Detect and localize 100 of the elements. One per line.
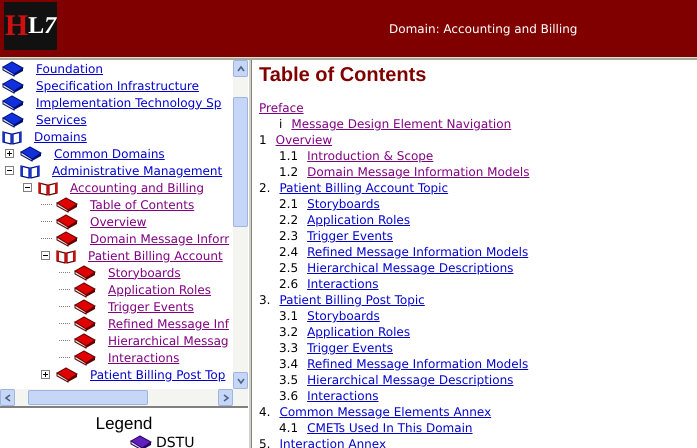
book-icon: [74, 282, 96, 298]
book-icon: [74, 298, 96, 314]
collapse-toggle[interactable]: [5, 166, 14, 175]
section-link[interactable]: Patient Billing Post Topic: [279, 293, 425, 307]
tree-link[interactable]: Patient Billing Account: [80, 248, 223, 262]
tree-link[interactable]: Refined Message Inf: [100, 316, 229, 330]
tree-link[interactable]: Storyboards: [100, 266, 181, 280]
book-icon: [74, 264, 96, 280]
horizontal-scrollbar[interactable]: [0, 389, 233, 406]
tree-link[interactable]: Foundation: [28, 62, 103, 76]
open-book-icon: [38, 180, 58, 196]
section-link[interactable]: Storyboards: [307, 309, 380, 323]
section-link[interactable]: Introduction & Scope: [307, 149, 434, 163]
section-number: 2.4: [279, 245, 298, 259]
section-link[interactable]: Interaction Annex: [279, 437, 386, 448]
tree-link[interactable]: Trigger Events: [100, 300, 194, 314]
book-icon: [2, 112, 24, 128]
scroll-up-button[interactable]: [233, 60, 248, 77]
section-link[interactable]: Overview: [276, 133, 332, 147]
section-link[interactable]: Hierarchical Message Descriptions: [307, 373, 514, 387]
section-link[interactable]: Application Roles: [307, 213, 410, 227]
section-number: 2.2: [279, 213, 298, 227]
scroll-thumb[interactable]: [28, 390, 148, 405]
plus-icon: [6, 150, 13, 157]
section-number: 1.1: [279, 149, 298, 163]
section-number: 1: [259, 133, 267, 147]
tree-link[interactable]: Overview: [82, 214, 146, 228]
section-number: 3.6: [279, 389, 298, 403]
section-link[interactable]: CMETs Used In This Domain: [307, 421, 473, 435]
book-icon: [74, 350, 96, 366]
tree-link[interactable]: Accounting and Billing: [62, 180, 204, 194]
logo: HL7: [4, 2, 57, 50]
legend-title: Legend: [94, 414, 154, 434]
tree-link[interactable]: Domains: [26, 130, 87, 144]
plus-icon: [42, 371, 49, 378]
book-icon: [74, 316, 96, 332]
section-number: 3.4: [279, 357, 298, 371]
section-link[interactable]: Interactions: [307, 389, 378, 403]
tree-link[interactable]: Administrative Management: [44, 164, 222, 178]
scroll-thumb[interactable]: [233, 97, 248, 227]
tree-link[interactable]: Specification Infrastructure: [28, 78, 199, 92]
tree-link[interactable]: Hierarchical Messag: [100, 334, 229, 348]
expand-toggle[interactable]: [41, 370, 50, 379]
book-icon: [2, 78, 24, 94]
scroll-down-button[interactable]: [233, 372, 248, 389]
section-link[interactable]: Message Design Element Navigation: [291, 117, 512, 131]
section-link[interactable]: Storyboards: [307, 197, 380, 211]
book-icon: [56, 214, 78, 230]
page-title: Table of Contents: [259, 64, 428, 87]
section-number: i: [279, 117, 282, 131]
tree-link[interactable]: Domain Message Inforr: [82, 232, 230, 246]
section-number: 2.3: [279, 229, 298, 243]
section-number: 3.2: [279, 325, 298, 339]
book-icon: [20, 146, 42, 162]
expand-toggle[interactable]: [5, 149, 14, 158]
section-number: 2.5: [279, 261, 298, 275]
book-icon: [2, 60, 24, 76]
tree-link[interactable]: Implementation Technology Sp: [28, 96, 222, 110]
collapse-toggle[interactable]: [23, 183, 32, 192]
section-link[interactable]: Interactions: [307, 277, 378, 291]
section-number: 3.1: [279, 309, 298, 323]
section-link[interactable]: Patient Billing Account Topic: [279, 181, 448, 195]
scroll-right-button[interactable]: [218, 389, 233, 406]
section-link[interactable]: Preface: [259, 101, 304, 115]
scroll-left-button[interactable]: [0, 389, 15, 406]
section-link[interactable]: Domain Message Information Models: [307, 165, 530, 179]
book-icon: [56, 366, 78, 382]
section-link[interactable]: Hierarchical Message Descriptions: [307, 261, 514, 275]
section-number: 2.6: [279, 277, 298, 291]
section-link[interactable]: Refined Message Information Models: [307, 357, 528, 371]
section-number: 2.1: [279, 197, 298, 211]
tree-link[interactable]: Patient Billing Post Top: [82, 368, 226, 382]
tree-link[interactable]: Common Domains: [46, 146, 165, 160]
section-number: 3.: [259, 293, 270, 307]
section-link[interactable]: Refined Message Information Models: [307, 245, 528, 259]
section-number: 3.5: [279, 373, 298, 387]
minus-icon: [6, 167, 13, 174]
book-icon: [130, 435, 152, 448]
section-link[interactable]: Common Message Elements Annex: [279, 405, 492, 419]
tree-link[interactable]: Application Roles: [100, 282, 211, 296]
minus-icon: [24, 184, 31, 191]
book-icon: [74, 332, 96, 348]
section-number: 3.3: [279, 341, 298, 355]
minus-icon: [42, 252, 49, 259]
scrollbar-corner: [233, 389, 248, 406]
vertical-scrollbar[interactable]: [233, 60, 248, 389]
section-link[interactable]: Application Roles: [307, 325, 410, 339]
open-book-icon: [56, 248, 76, 264]
tree-link[interactable]: Table of Contents: [82, 198, 194, 212]
tree-link[interactable]: Interactions: [100, 350, 180, 364]
section-number: 5.: [259, 437, 270, 448]
section-link[interactable]: Trigger Events: [307, 341, 393, 355]
book-icon: [56, 230, 78, 246]
collapse-toggle[interactable]: [41, 251, 50, 260]
open-book-icon: [2, 128, 22, 144]
open-book-icon: [20, 162, 40, 178]
book-icon: [2, 94, 24, 110]
legend-label: DSTU: [156, 435, 194, 448]
tree-link[interactable]: Services: [28, 112, 87, 126]
section-link[interactable]: Trigger Events: [307, 229, 393, 243]
